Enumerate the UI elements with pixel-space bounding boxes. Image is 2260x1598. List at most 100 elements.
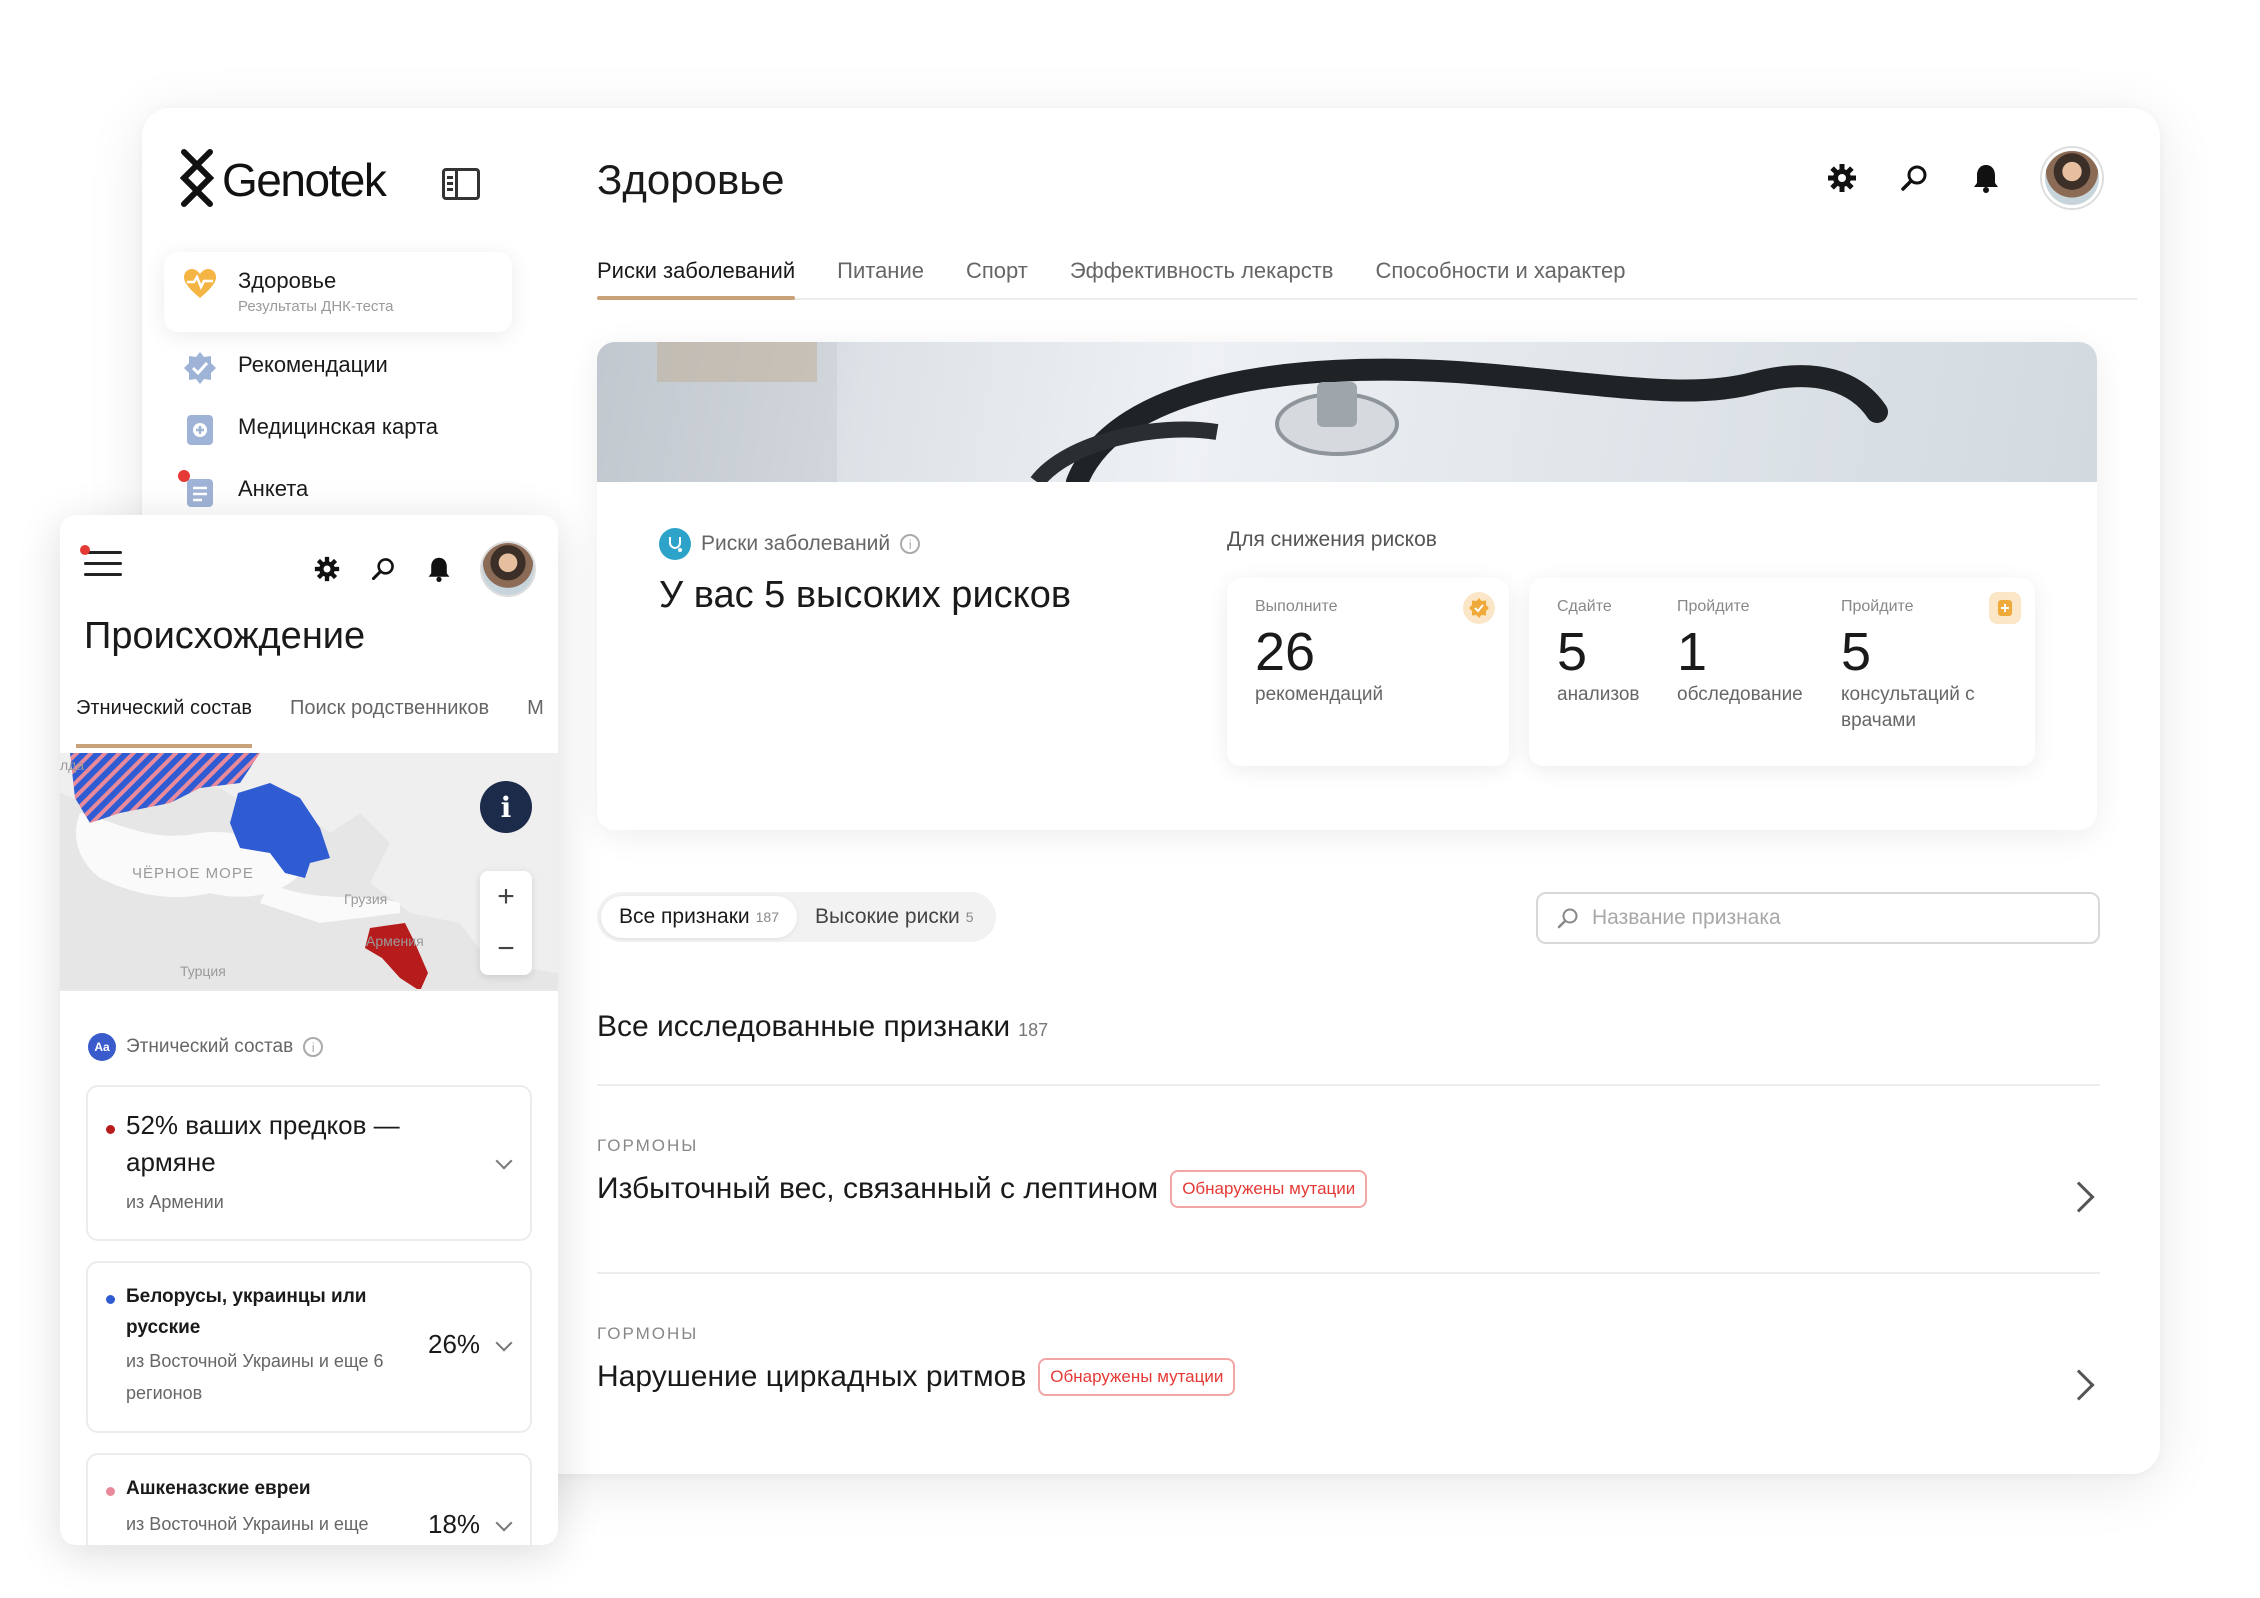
group-region: из Восточной Украины и еще 6 регионов — [126, 1351, 384, 1403]
risk-headline: У вас 5 высоких рисков — [659, 574, 1072, 616]
mobile-header-actions — [314, 543, 534, 595]
trait-filter: Все признаки 187 Высокие риски 5 — [597, 892, 996, 942]
group-color-dot — [106, 1295, 115, 1304]
ethnic-group-card[interactable]: Белорусы, украинцы или русские из Восточ… — [86, 1261, 532, 1433]
page-title: Здоровье — [597, 156, 785, 203]
group-color-dot — [106, 1487, 115, 1496]
card-number: 26 — [1255, 622, 1316, 682]
sidebar-item-questionnaire[interactable]: Анкета — [178, 470, 309, 510]
zoom-in-button[interactable]: + — [480, 871, 532, 923]
tab-drug-efficacy[interactable]: Эффективность лекарств — [1070, 248, 1334, 298]
origin-tabs: Этнический состав Поиск родственников М — [76, 697, 544, 748]
risk-label: Риски заболеваний i — [659, 528, 921, 560]
trait-category: ГОРМОНЫ — [597, 1324, 699, 1343]
sidebar-item-health[interactable]: Здоровье Результаты ДНК-теста — [182, 266, 393, 315]
menu-icon[interactable] — [80, 545, 122, 584]
map-label-clipped: лда — [60, 757, 85, 773]
chevron-down-icon — [495, 1152, 513, 1170]
page-title: Происхождение — [84, 615, 366, 657]
ethnic-group-card[interactable]: 52% ваших предков — армяне из Армении — [86, 1085, 532, 1241]
sidebar-item-label: Медицинская карта — [238, 414, 439, 439]
ethnic-header: Aa Этнический состав i — [88, 1033, 324, 1061]
filter-high-risks[interactable]: Высокие риски 5 — [797, 896, 992, 938]
medical-card-icon — [1989, 592, 2021, 624]
translate-icon: Aa — [88, 1033, 116, 1061]
tab-ethnic-composition[interactable]: Этнический состав — [76, 697, 252, 748]
card-number: 5 — [1557, 622, 1588, 682]
mutation-badge: Обнаружены мутации — [1170, 1170, 1368, 1208]
header-actions — [1826, 148, 2102, 208]
brand-logo[interactable]: Genotek — [180, 148, 387, 212]
map-label-georgia: Грузия — [344, 891, 388, 907]
stethoscope-banner-image — [597, 342, 2097, 482]
reduce-risks-label: Для снижения рисков — [1227, 528, 1437, 551]
divider — [597, 1084, 2100, 1086]
group-name: Белорусы, украинцы или русские — [126, 1286, 367, 1338]
avatar[interactable] — [2042, 148, 2102, 208]
sidebar-item-label: Здоровье — [238, 268, 337, 293]
card-number: 1 — [1677, 622, 1708, 682]
search-icon — [1557, 908, 1578, 929]
trait-search — [1536, 892, 2100, 944]
gear-icon[interactable] — [1826, 162, 1858, 194]
stethoscope-icon — [659, 528, 691, 560]
chevron-down-icon — [495, 1514, 513, 1532]
map-info-button[interactable]: i — [480, 781, 532, 833]
bell-icon[interactable] — [426, 555, 452, 583]
notification-dot — [80, 545, 90, 555]
mobile-panel: Происхождение Этнический состав Поиск ро… — [60, 515, 558, 1545]
card-description: рекомендаций — [1255, 684, 1384, 705]
map-label-armenia: Армения — [366, 933, 424, 949]
search-icon[interactable] — [1898, 162, 1930, 194]
group-percent: 26% — [428, 1329, 481, 1359]
ancestry-map[interactable]: лда ЧЁРНОЕ МОРЕ Грузия Армения Турция i … — [60, 753, 558, 991]
filter-count: 187 — [755, 909, 779, 925]
search-input[interactable] — [1592, 906, 2072, 930]
verified-badge-icon — [1463, 592, 1495, 624]
group-region: из Армении — [126, 1192, 224, 1212]
trait-row[interactable]: ГОРМОНЫ Нарушение циркадных ритмов Обнар… — [597, 1324, 2100, 1444]
filter-count: 5 — [965, 909, 974, 925]
sidebar-item-sublabel: Результаты ДНК-теста — [238, 298, 394, 315]
info-icon[interactable]: i — [303, 1037, 324, 1057]
section-title-text: Все исследованные признаки — [597, 1010, 1011, 1043]
tab-nutrition[interactable]: Питание — [837, 248, 924, 298]
map-zoom-controls: + − — [480, 871, 532, 975]
trait-row[interactable]: ГОРМОНЫ Избыточный вес, связанный с лепт… — [597, 1136, 2100, 1256]
sidebar-toggle-icon[interactable] — [442, 168, 480, 200]
section-count: 187 — [1018, 1020, 1049, 1040]
tab-disease-risks[interactable]: Риски заболеваний — [597, 248, 796, 300]
dna-logo-icon — [180, 149, 214, 207]
tab-relatives-search[interactable]: Поиск родственников — [290, 697, 489, 720]
section-title: Все исследованные признаки 187 — [597, 1010, 1048, 1044]
filter-label: Все признаки — [619, 905, 750, 928]
info-icon[interactable]: i — [900, 534, 921, 554]
search-icon[interactable] — [370, 556, 396, 582]
mutation-badge: Обнаружены мутации — [1038, 1358, 1236, 1396]
sidebar-item-label: Рекомендации — [238, 352, 388, 377]
zoom-out-button[interactable]: − — [480, 923, 532, 975]
medical-actions-card[interactable]: Сдайте 5 анализов Пройдите 1 обследовани… — [1529, 578, 2035, 766]
recommendations-card[interactable]: Выполните 26 рекомендаций — [1227, 578, 1509, 766]
group-name: 52% ваших предков — армяне — [126, 1110, 400, 1177]
tab-abilities[interactable]: Способности и характер — [1375, 248, 1625, 298]
card-action-label: Выполните — [1255, 598, 1338, 615]
trait-name: Нарушение циркадных ритмов — [597, 1360, 1027, 1393]
trait-category: ГОРМОНЫ — [597, 1136, 699, 1155]
group-percent: 18% — [428, 1509, 481, 1539]
group-name: Ашкеназские евреи — [126, 1478, 311, 1499]
avatar[interactable] — [482, 543, 534, 595]
verified-badge-icon — [182, 350, 218, 386]
sidebar-item-recommendations[interactable]: Рекомендации — [182, 350, 388, 386]
tab-more[interactable]: М — [527, 697, 544, 720]
ethnic-group-card[interactable]: Ашкеназские евреи из Восточной Украины и… — [86, 1453, 532, 1545]
gear-icon[interactable] — [314, 556, 340, 582]
sidebar-item-label: Анкета — [238, 476, 309, 501]
card-number: 5 — [1841, 622, 1872, 682]
bell-icon[interactable] — [1970, 162, 2002, 194]
sidebar-item-medical-card[interactable]: Медицинская карта — [182, 412, 438, 448]
risk-summary-card: Риски заболеваний i У вас 5 высоких риск… — [597, 342, 2097, 830]
tab-sport[interactable]: Спорт — [966, 248, 1028, 298]
filter-all-traits[interactable]: Все признаки 187 — [601, 896, 797, 938]
chevron-down-icon — [495, 1334, 513, 1352]
